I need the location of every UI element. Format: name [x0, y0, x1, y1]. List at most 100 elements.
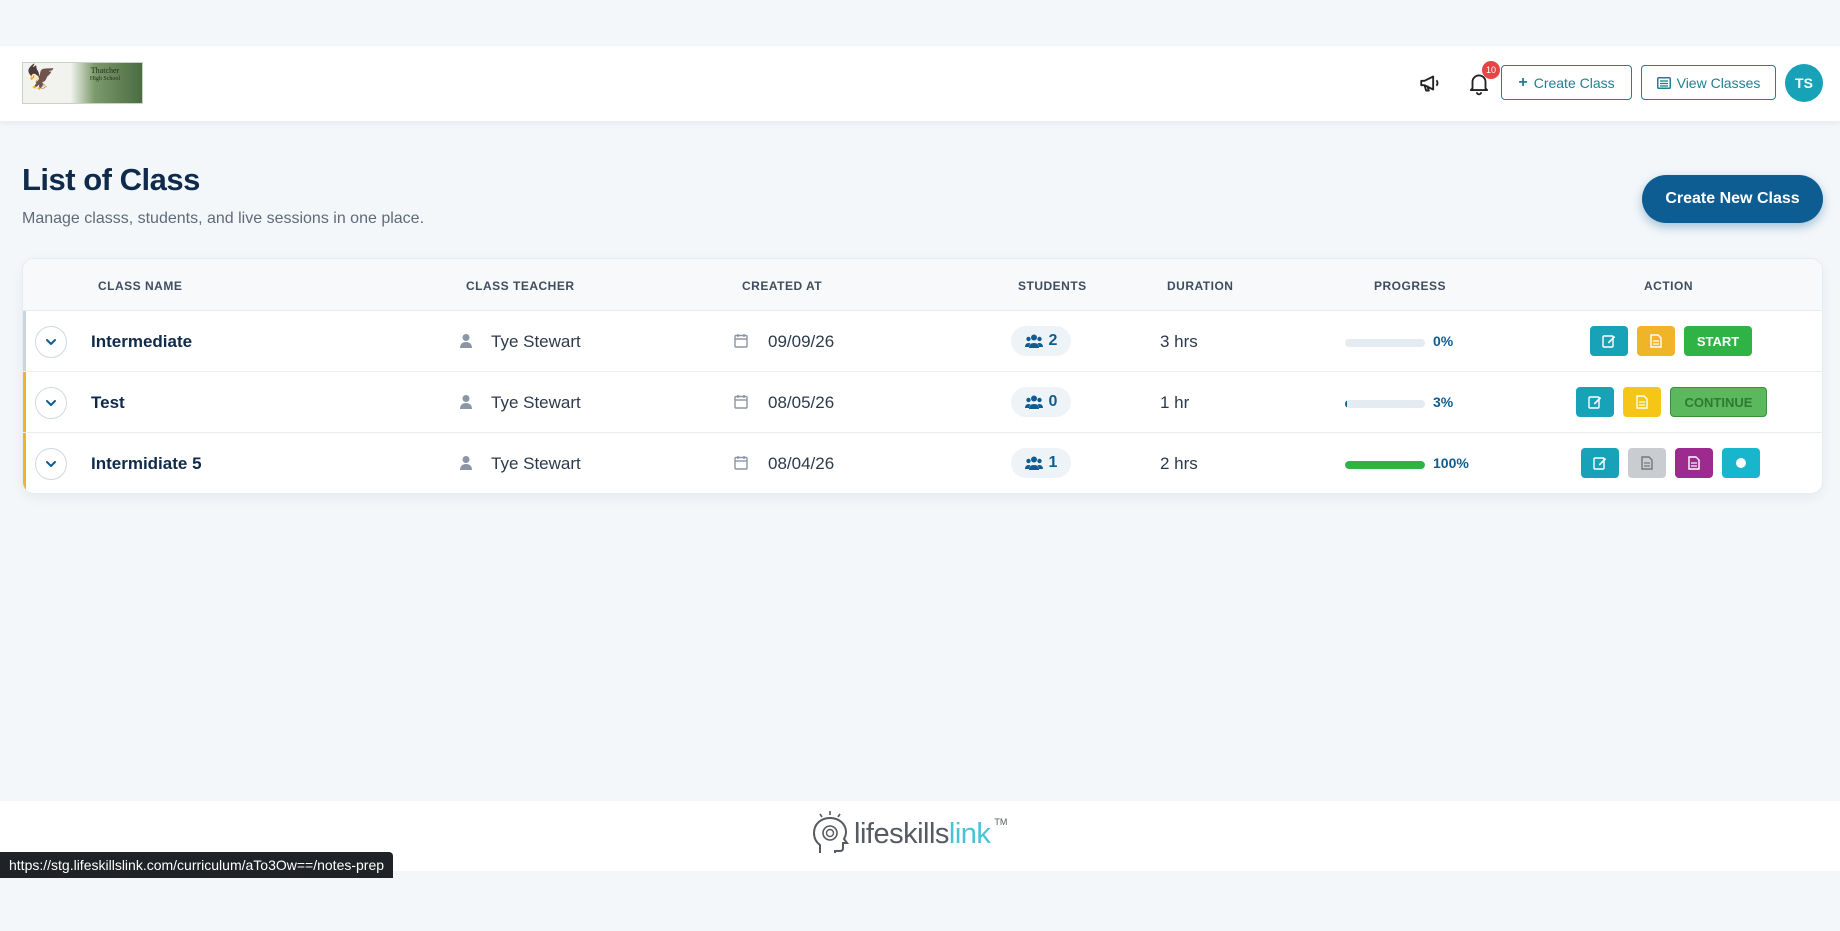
progress-fill: [1345, 400, 1348, 408]
record-button[interactable]: [1722, 448, 1760, 478]
col-action: ACTION: [1644, 279, 1693, 293]
user-icon: [460, 456, 472, 470]
class-name[interactable]: Intermediate: [91, 332, 192, 352]
top-header: 🦅 Thatcher High School + Create Class Vi…: [0, 46, 1840, 121]
notification-count: 10: [1485, 65, 1496, 75]
class-teacher: Tye Stewart: [491, 454, 581, 473]
start-label: START: [1696, 333, 1740, 349]
document-icon: [1636, 395, 1648, 409]
document-icon: [1650, 334, 1662, 348]
brand-lifeskills: lifeskills: [854, 817, 949, 850]
notes-button[interactable]: [1637, 326, 1675, 356]
eagle-icon: 🦅: [26, 64, 56, 91]
duration: 2 hrs: [1160, 454, 1198, 473]
progress-percent: 100%: [1433, 455, 1469, 471]
progress-bar: [1345, 400, 1425, 408]
record-icon: [1736, 458, 1746, 468]
calendar-icon: [734, 334, 748, 348]
col-class-name[interactable]: CLASS NAME: [98, 279, 182, 293]
edit-button[interactable]: [1576, 387, 1614, 417]
duration: 3 hrs: [1160, 332, 1198, 351]
class-teacher: Tye Stewart: [491, 332, 581, 351]
users-icon: [1024, 334, 1043, 348]
create-class-button[interactable]: + Create Class: [1501, 65, 1632, 100]
table-row: Intermidiate 5 Tye Stewart 08/04/26 1 2 …: [23, 433, 1822, 493]
row-accent: [23, 311, 26, 371]
students-badge: 2: [1011, 326, 1071, 356]
progress-percent: 0%: [1433, 333, 1454, 349]
lifeskillslink-head-icon: [812, 811, 849, 853]
user-icon: [460, 395, 472, 409]
expand-row-button[interactable]: [35, 387, 67, 419]
progress-fill: [1345, 461, 1425, 469]
avatar-initials: TS: [1795, 75, 1813, 91]
col-progress[interactable]: PROGRESS: [1374, 279, 1446, 293]
progress-bar: [1345, 339, 1425, 347]
students-count: 2: [1048, 332, 1058, 349]
row-accent: [23, 372, 26, 432]
col-students[interactable]: STUDENTS: [1018, 279, 1087, 293]
page-title: List of Class: [22, 162, 200, 197]
progress-bar: [1345, 461, 1425, 469]
class-table: CLASS NAME CLASS TEACHER CREATED AT STUD…: [22, 258, 1823, 494]
status-bar-url: https://stg.lifeskillslink.com/curriculu…: [0, 852, 394, 878]
edit-button[interactable]: [1590, 326, 1628, 356]
students-count: 0: [1048, 393, 1058, 410]
user-avatar[interactable]: TS: [1785, 64, 1823, 102]
students-badge: 1: [1011, 448, 1071, 478]
col-created-at[interactable]: CREATED AT: [742, 279, 822, 293]
calendar-icon: [734, 395, 748, 409]
brand-link: link: [948, 817, 991, 850]
class-name[interactable]: Intermidiate 5: [91, 454, 202, 474]
expand-row-button[interactable]: [35, 448, 67, 480]
school-logo[interactable]: 🦅 Thatcher High School: [22, 62, 143, 104]
calendar-icon: [734, 456, 748, 470]
edit-button[interactable]: [1581, 448, 1619, 478]
edit-icon: [1588, 396, 1602, 409]
class-name[interactable]: Test: [91, 393, 125, 413]
document-icon: [1641, 456, 1653, 470]
chevron-down-icon: [46, 400, 56, 406]
megaphone-icon[interactable]: [1418, 70, 1444, 96]
students-count: 1: [1048, 454, 1058, 471]
users-icon: [1024, 456, 1043, 470]
create-new-class-button[interactable]: Create New Class: [1642, 175, 1823, 223]
create-new-class-label: Create New Class: [1665, 190, 1800, 207]
start-button[interactable]: START: [1684, 326, 1752, 356]
logo-subtitle: High School: [89, 76, 121, 82]
table-row: Intermediate Tye Stewart 09/09/26 2 3 hr…: [23, 311, 1822, 372]
students-badge: 0: [1011, 387, 1071, 417]
expand-row-button[interactable]: [35, 326, 67, 358]
continue-button[interactable]: CONTINUE: [1670, 387, 1767, 417]
trademark: TM: [994, 817, 1008, 827]
edit-icon: [1602, 335, 1616, 348]
logo-title: Thatcher: [90, 66, 120, 75]
user-icon: [460, 334, 472, 348]
continue-label: CONTINUE: [1684, 394, 1753, 410]
notification-badge: 10: [1482, 61, 1500, 79]
notes-button-disabled[interactable]: [1628, 448, 1666, 478]
logo-text: Thatcher High School: [69, 66, 141, 84]
created-date: 08/05/26: [768, 393, 835, 412]
plus-icon: +: [1518, 73, 1528, 91]
view-classes-label: View Classes: [1676, 74, 1761, 91]
table-header: CLASS NAME CLASS TEACHER CREATED AT STUD…: [23, 259, 1822, 311]
created-date: 09/09/26: [768, 332, 835, 351]
row-accent: [23, 433, 26, 493]
col-class-teacher[interactable]: CLASS TEACHER: [466, 279, 575, 293]
users-icon: [1024, 395, 1043, 409]
report-button[interactable]: [1675, 448, 1713, 478]
progress-percent: 3%: [1433, 394, 1454, 410]
chevron-down-icon: [46, 339, 56, 345]
view-classes-button[interactable]: View Classes: [1641, 65, 1776, 100]
duration: 1 hr: [1160, 393, 1190, 412]
class-teacher: Tye Stewart: [491, 393, 581, 412]
report-icon: [1688, 456, 1700, 470]
chevron-down-icon: [46, 461, 56, 467]
list-icon: [1656, 76, 1671, 89]
footer-logo[interactable]: lifeskills link TM: [812, 811, 1007, 857]
table-row: Test Tye Stewart 08/05/26 0 1 hr 3% CONT…: [23, 372, 1822, 433]
notes-button[interactable]: [1623, 387, 1661, 417]
col-duration[interactable]: DURATION: [1167, 279, 1233, 293]
page-subtitle: Manage classs, students, and live sessio…: [22, 210, 425, 227]
